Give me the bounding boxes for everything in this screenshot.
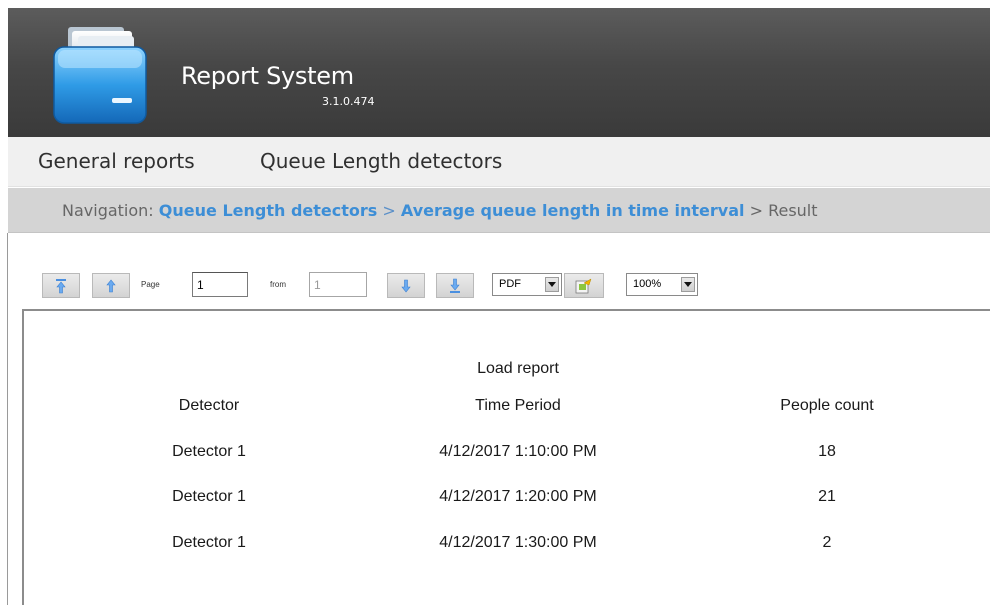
app-title: Report System [181, 62, 354, 90]
report-toolbar: Page from PDF 100% [42, 270, 742, 300]
table-cell-detector: Detector 1 [172, 488, 246, 505]
export-icon [575, 277, 592, 293]
column-header-detector: Detector [178, 397, 240, 414]
table-cell-time-period: 4/12/2017 1:10:00 PM [439, 443, 597, 460]
previous-page-icon [106, 279, 116, 292]
breadcrumb-link-queue-length-detectors[interactable]: Queue Length detectors [159, 201, 378, 220]
app-header: Report System 3.1.0.474 [8, 8, 990, 137]
breadcrumb: Navigation: Queue Length detectors > Ave… [8, 188, 990, 233]
column-header-people-count: People count [780, 397, 874, 414]
table-cell-detector: Detector 1 [172, 443, 246, 460]
export-format-select[interactable]: PDF [492, 273, 562, 296]
first-page-button[interactable] [42, 273, 80, 298]
page-label: Page [141, 280, 160, 289]
breadcrumb-current: Result [768, 201, 818, 220]
next-page-icon [401, 279, 411, 292]
app-version: 3.1.0.474 [322, 95, 375, 108]
export-format-value: PDF [499, 278, 521, 290]
breadcrumb-separator: > [749, 201, 763, 220]
main-menu: General reports Queue Length detectors [8, 137, 990, 187]
total-pages-input [309, 272, 367, 297]
export-button[interactable] [564, 273, 604, 298]
zoom-value: 100% [633, 278, 662, 290]
page-number-input[interactable] [192, 272, 248, 297]
folder-drawer-icon [53, 27, 147, 124]
breadcrumb-label: Navigation: [62, 201, 154, 220]
table-cell-people-count: 21 [818, 488, 836, 505]
table-cell-people-count: 18 [818, 443, 836, 460]
table-cell-time-period: 4/12/2017 1:30:00 PM [439, 534, 597, 551]
report-title: Load report [477, 360, 559, 377]
table-cell-time-period: 4/12/2017 1:20:00 PM [439, 488, 597, 505]
breadcrumb-separator: > [382, 201, 396, 220]
chevron-down-icon [545, 277, 559, 292]
breadcrumb-trail: Navigation: Queue Length detectors > Ave… [62, 201, 818, 220]
report-panel: Load report Detector Time Period People … [22, 309, 990, 605]
content-frame-border [7, 233, 8, 605]
breadcrumb-link-average-queue-length[interactable]: Average queue length in time interval [401, 201, 745, 220]
menu-item-general-reports[interactable]: General reports [38, 149, 195, 173]
table-cell-people-count: 2 [822, 534, 832, 551]
last-page-icon [450, 278, 460, 293]
from-label: from [270, 280, 286, 289]
chevron-down-icon [681, 277, 695, 292]
menu-item-queue-length-detectors[interactable]: Queue Length detectors [260, 149, 502, 173]
last-page-button[interactable] [436, 273, 474, 298]
table-cell-detector: Detector 1 [172, 534, 246, 551]
previous-page-button[interactable] [92, 273, 130, 298]
zoom-select[interactable]: 100% [626, 273, 698, 296]
next-page-button[interactable] [387, 273, 425, 298]
column-header-time-period: Time Period [475, 397, 561, 414]
first-page-icon [56, 278, 66, 293]
